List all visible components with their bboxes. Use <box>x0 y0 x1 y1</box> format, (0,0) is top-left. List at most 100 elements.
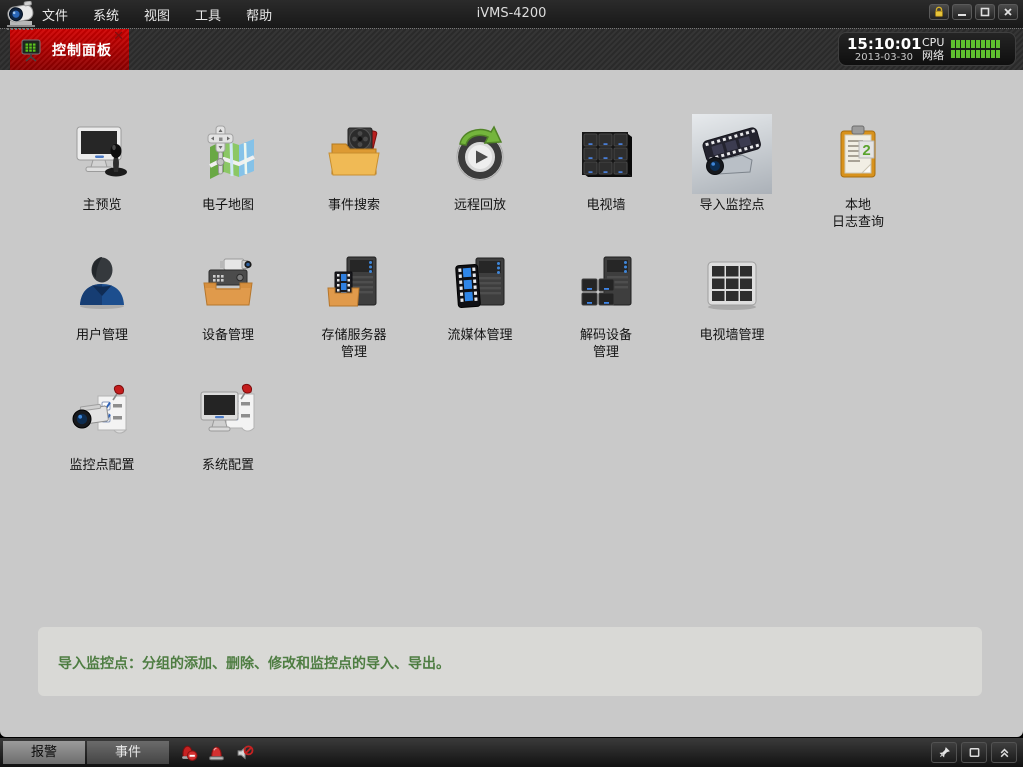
e-map-icon <box>188 114 268 194</box>
panel-item-system-config[interactable]: 系统配置 <box>165 374 291 504</box>
tab-close-icon[interactable]: ✕ <box>113 30 124 43</box>
panel-item-camera-config[interactable]: 监控点配置 <box>39 374 165 504</box>
lock-icon <box>933 6 945 18</box>
panel-item-device-management[interactable]: 设备管理 <box>165 244 291 374</box>
clock-panel: 15:10:01 2013-03-30 CPU 网络 <box>838 32 1016 66</box>
collapse-button[interactable] <box>991 742 1017 763</box>
stream-media-icon <box>440 244 520 324</box>
status-bar: 报警事件 <box>0 737 1023 767</box>
panel-item-label: 系统配置 <box>165 457 291 474</box>
panel-item-label: 存储服务器管理 <box>291 327 417 361</box>
meter-segment <box>971 50 975 58</box>
panel-item-label: 主预览 <box>39 197 165 214</box>
alarm-clear-icon[interactable] <box>179 743 198 762</box>
meter-segment <box>966 50 970 58</box>
minimize-button[interactable] <box>952 4 972 20</box>
description-text: 导入监控点：分组的添加、删除、修改和监控点的导入、导出。 <box>58 656 450 672</box>
tab-label: 控制面板 <box>52 40 112 60</box>
tab-bar: 控制面板 ✕ 15:10:01 2013-03-30 CPU 网络 <box>0 29 1023 70</box>
network-meter <box>951 50 1000 58</box>
meter-segment <box>976 40 980 48</box>
panel-item-event-search[interactable]: 事件搜索 <box>291 114 417 244</box>
tv-wall-management-icon <box>692 244 772 324</box>
meter-segment <box>951 40 955 48</box>
meter-segment <box>986 50 990 58</box>
description-panel: 导入监控点：分组的添加、删除、修改和监控点的导入、导出。 <box>38 627 982 696</box>
panel-item-label: 电视墙管理 <box>669 327 795 344</box>
panel-item-tv-wall-management[interactable]: 电视墙管理 <box>669 244 795 374</box>
meter-segment <box>976 50 980 58</box>
panel-item-decode-device[interactable]: 解码设备管理 <box>543 244 669 374</box>
device-management-icon <box>188 244 268 324</box>
clock-date: 2013-03-30 <box>847 52 913 63</box>
panel-item-local-log[interactable]: 2 本地日志查询 <box>795 114 921 244</box>
meter-segment <box>966 40 970 48</box>
svg-text:2: 2 <box>862 142 870 159</box>
panel-item-e-map[interactable]: 电子地图 <box>165 114 291 244</box>
panel-item-tv-wall[interactable]: 电视墙 <box>543 114 669 244</box>
statusbar-tab-event[interactable]: 事件 <box>87 741 169 764</box>
meter-segment <box>996 50 1000 58</box>
meter-segment <box>986 40 990 48</box>
panel-item-storage-server[interactable]: 存储服务器管理 <box>291 244 417 374</box>
panel-item-user-management[interactable]: 用户管理 <box>39 244 165 374</box>
panel-item-label: 流媒体管理 <box>417 327 543 344</box>
network-label: 网络 <box>922 49 944 62</box>
local-log-icon: 2 <box>818 114 898 194</box>
maximize-icon <box>979 6 991 18</box>
menu-item-3[interactable]: 工具 <box>195 5 221 24</box>
panel-item-label: 电视墙 <box>543 197 669 214</box>
meter-segment <box>951 50 955 58</box>
meter-labels: CPU 网络 <box>922 36 944 62</box>
panel-item-label: 事件搜索 <box>291 197 417 214</box>
decode-device-icon <box>566 244 646 324</box>
close-button[interactable] <box>998 4 1018 20</box>
statusbar-right-buttons <box>931 742 1017 763</box>
panel-item-label: 远程回放 <box>417 197 543 214</box>
lock-button[interactable] <box>929 4 949 20</box>
cpu-meter <box>951 40 1000 48</box>
menu-item-4[interactable]: 帮助 <box>246 5 272 24</box>
panel-item-label: 电子地图 <box>165 197 291 214</box>
menu-item-2[interactable]: 视图 <box>144 5 170 24</box>
clock-block: 15:10:01 2013-03-30 <box>847 36 913 63</box>
pin-icon <box>937 745 952 760</box>
statusbar-tabs: 报警事件 <box>3 741 169 764</box>
siren-icon[interactable] <box>207 743 226 762</box>
control-panel-icon <box>18 37 44 63</box>
panel-item-label: 导入监控点 <box>669 197 795 214</box>
app-logo-icon <box>2 1 44 37</box>
user-management-icon <box>62 244 142 324</box>
panel-item-label: 用户管理 <box>39 327 165 344</box>
panel-item-main-preview[interactable]: 主预览 <box>39 114 165 244</box>
meter-segment <box>991 40 995 48</box>
menu-item-0[interactable]: 文件 <box>42 5 68 24</box>
panel-item-stream-media[interactable]: 流媒体管理 <box>417 244 543 374</box>
meter-segment <box>971 40 975 48</box>
panel-item-label: 本地日志查询 <box>795 197 921 231</box>
minimize-icon <box>956 6 968 18</box>
meters <box>951 38 1000 60</box>
audio-mute-icon[interactable] <box>235 743 254 762</box>
restore-panel-button[interactable] <box>961 742 987 763</box>
meter-segment <box>961 50 965 58</box>
clock-time: 15:10:01 <box>847 36 913 52</box>
collapse-icon <box>997 745 1012 760</box>
event-search-icon <box>314 114 394 194</box>
restore-panel-icon <box>967 745 982 760</box>
icon-grid-row: 用户管理设备管理存储服务器管理流媒体管理解码设备管理电视墙管理 <box>39 244 921 374</box>
meter-segment <box>981 50 985 58</box>
panel-item-label: 设备管理 <box>165 327 291 344</box>
camera-config-icon <box>62 374 142 454</box>
icon-grid: 主预览电子地图事件搜索远程回放电视墙导入监控点 2 本地日志查询用户管理设备管理存储… <box>39 114 921 504</box>
statusbar-tab-alarm[interactable]: 报警 <box>3 741 85 764</box>
panel-item-remote-playback[interactable]: 远程回放 <box>417 114 543 244</box>
icon-grid-row: 监控点配置系统配置 <box>39 374 921 504</box>
maximize-button[interactable] <box>975 4 995 20</box>
tv-wall-icon <box>566 114 646 194</box>
close-icon <box>1002 6 1014 18</box>
meter-segment <box>996 40 1000 48</box>
panel-item-import-camera[interactable]: 导入监控点 <box>669 114 795 244</box>
pin-button[interactable] <box>931 742 957 763</box>
menu-item-1[interactable]: 系统 <box>93 5 119 24</box>
